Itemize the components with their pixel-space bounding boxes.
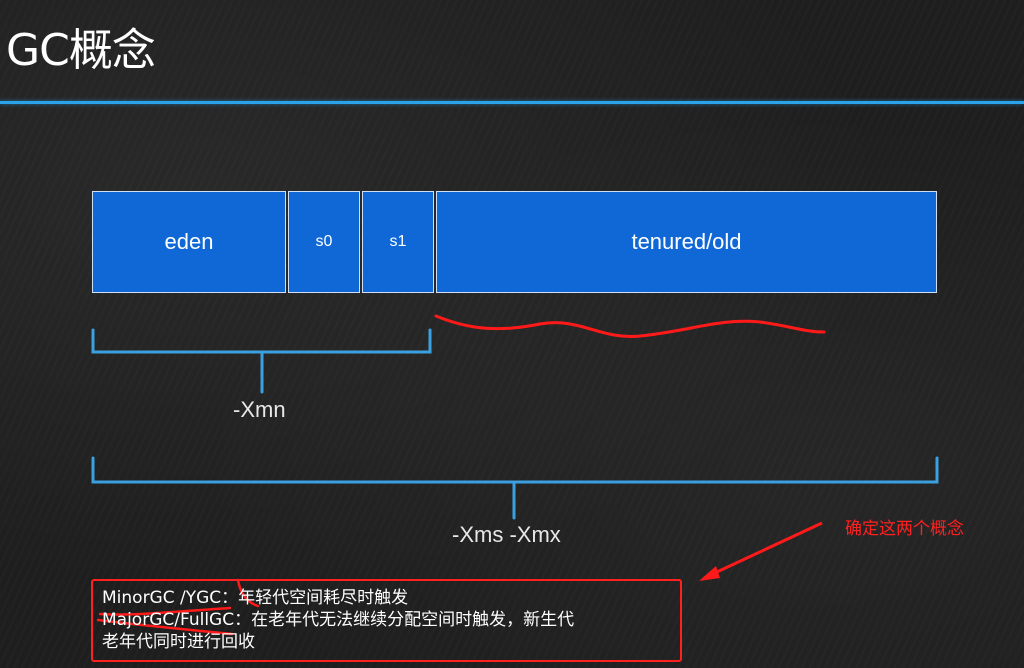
minor-gc-definition: MinorGC /YGC：年轻代空间耗尽时触发 — [102, 588, 409, 608]
tenured-squiggle — [434, 314, 826, 338]
young-gen-size-label: -Xmn — [233, 397, 286, 422]
major-gc-definition-cont: 老年代同时进行回收 — [102, 632, 255, 652]
young-gen-bracket — [91, 328, 432, 394]
annotation-arrowhead — [699, 566, 720, 581]
gc-definitions-box: MinorGC /YGC：年轻代空间耗尽时触发 MajorGC/FullGC：在… — [91, 579, 682, 662]
diagram-overlay — [91, 314, 939, 636]
major-gc-definition: MajorGC/FullGC：在老年代无法继续分配空间时触发，新生代 — [102, 610, 575, 630]
annotation-note: 确定这两个概念 — [845, 519, 964, 539]
annotation-arrow — [703, 521, 823, 580]
whole-heap-bracket — [91, 456, 939, 520]
heap-size-label: -Xms -Xmx — [452, 522, 561, 547]
